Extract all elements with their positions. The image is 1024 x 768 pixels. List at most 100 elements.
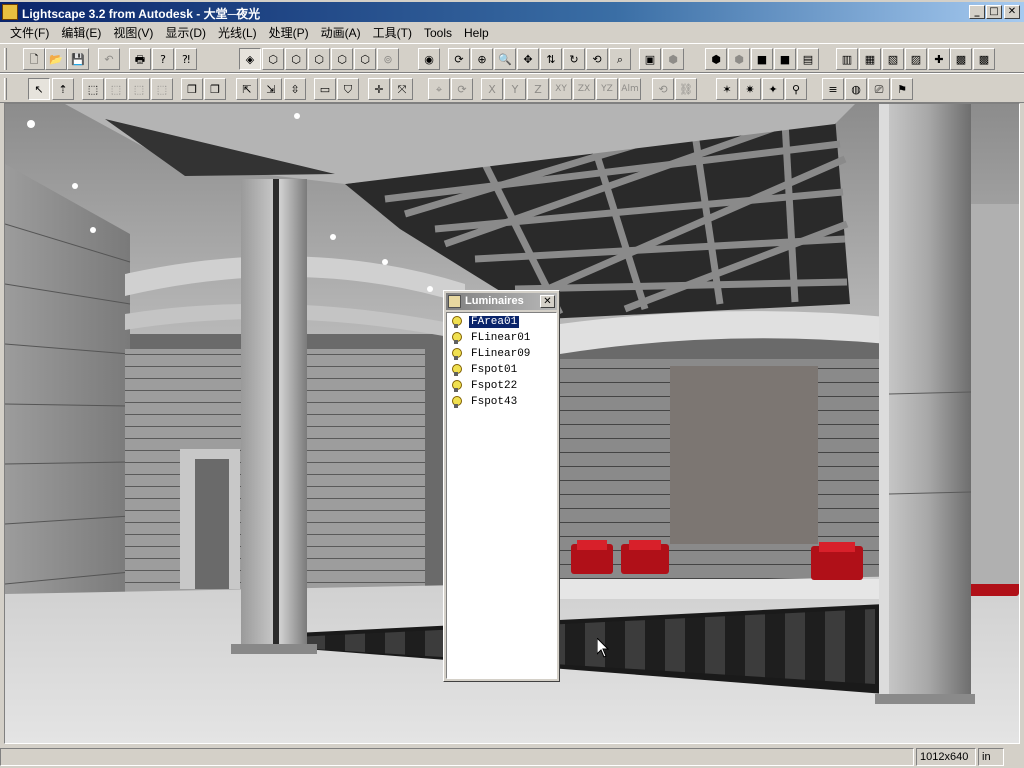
- scale-button[interactable]: ⤧: [391, 78, 413, 100]
- view-side-button[interactable]: ⬡: [308, 48, 330, 70]
- select-add-button[interactable]: ⬚: [128, 78, 150, 100]
- orbit-button[interactable]: ⟳: [448, 48, 470, 70]
- luminaire-list-item[interactable]: Fspot43: [447, 394, 556, 410]
- texture-button[interactable]: ▧: [882, 48, 904, 70]
- menu-item-9[interactable]: Tools: [418, 26, 458, 40]
- pan-button[interactable]: ✥: [517, 48, 539, 70]
- maximize-button[interactable]: □: [986, 5, 1002, 19]
- outline-shade-button[interactable]: ⬢: [728, 48, 750, 70]
- menu-item-6[interactable]: 处理(P): [263, 24, 315, 41]
- zoom-window-button[interactable]: ⌕: [609, 48, 631, 70]
- misc2-button[interactable]: ▩: [973, 48, 995, 70]
- copy-object-button[interactable]: ❐: [181, 78, 203, 100]
- context-help-button[interactable]: ⁈: [175, 48, 197, 70]
- title-bar[interactable]: Lightscape 3.2 from Autodesk - 大堂─夜光 _ □…: [0, 2, 1024, 22]
- save-button[interactable]: 💾: [67, 48, 89, 70]
- select-arrow-button[interactable]: ↖: [28, 78, 50, 100]
- view-back-button[interactable]: ⬡: [354, 48, 376, 70]
- menu-item-2[interactable]: 编辑(E): [55, 24, 107, 41]
- object-transform-button[interactable]: ⇲: [260, 78, 282, 100]
- luminaire-list-item[interactable]: FArea01: [447, 314, 556, 330]
- green-box-button[interactable]: ■: [774, 48, 796, 70]
- axis-z-button[interactable]: Z: [527, 78, 549, 100]
- plane-xy-button[interactable]: XY: [550, 78, 572, 100]
- app-icon[interactable]: [2, 4, 18, 20]
- undo-button[interactable]: ↶: [98, 48, 120, 70]
- align-button[interactable]: Alm: [619, 78, 641, 100]
- luminaire-list-item[interactable]: FLinear01: [447, 330, 556, 346]
- plane-yz-button[interactable]: YZ: [596, 78, 618, 100]
- move-button[interactable]: ✛: [368, 78, 390, 100]
- close-button[interactable]: ✕: [1004, 5, 1020, 19]
- globe-button[interactable]: ◍: [845, 78, 867, 100]
- luminaire-tool-button[interactable]: ⚑: [891, 78, 913, 100]
- select-crossing-button[interactable]: ⬚: [105, 78, 127, 100]
- light-walk-button[interactable]: ✶: [716, 78, 738, 100]
- luminaires-panel-titlebar[interactable]: Luminaires ✕: [446, 293, 557, 310]
- object-align-button[interactable]: ⇳: [284, 78, 306, 100]
- open-button[interactable]: 📂: [45, 48, 67, 70]
- walk-eye-button[interactable]: ◉: [418, 48, 440, 70]
- luminaire-list-item[interactable]: Fspot22: [447, 378, 556, 394]
- select-query-button[interactable]: ⇡: [52, 78, 74, 100]
- plane-yz-icon: YZ: [601, 83, 613, 94]
- camera-button[interactable]: ⎚: [868, 78, 890, 100]
- green-cube-button[interactable]: ■: [751, 48, 773, 70]
- reset-button[interactable]: ⟲: [652, 78, 674, 100]
- dolly-button[interactable]: ⊕: [471, 48, 493, 70]
- light-aim-button[interactable]: ✷: [739, 78, 761, 100]
- pin-button[interactable]: ⚲: [785, 78, 807, 100]
- menu-item-8[interactable]: 工具(T): [367, 24, 418, 41]
- misc-button[interactable]: ▩: [950, 48, 972, 70]
- luminaires-list[interactable]: FArea01 FLinear01 FLinear09 Fspot01 Fspot22 F…: [446, 312, 557, 679]
- surface-button[interactable]: ▭: [314, 78, 336, 100]
- view-top-button[interactable]: ⬡: [262, 48, 284, 70]
- view-perspective-button[interactable]: ◈: [239, 48, 261, 70]
- luminaire-list-item[interactable]: FLinear09: [447, 346, 556, 362]
- link-button[interactable]: ⛓: [675, 78, 697, 100]
- snap-button[interactable]: ⌖: [428, 78, 450, 100]
- refresh-icon: ⟲: [592, 52, 602, 66]
- render-button[interactable]: ▨: [905, 48, 927, 70]
- fit-button[interactable]: ▣: [639, 48, 661, 70]
- toolbar1-grip[interactable]: [4, 48, 7, 70]
- plane-zx-button[interactable]: ZX: [573, 78, 595, 100]
- logo-button[interactable]: ✚: [928, 48, 950, 70]
- solid-shade-button[interactable]: ⬢: [705, 48, 727, 70]
- menu-item-4[interactable]: 显示(D): [159, 24, 212, 41]
- luminaire-list-item[interactable]: Fspot01: [447, 362, 556, 378]
- view-iso-button[interactable]: ⬡: [331, 48, 353, 70]
- filter-button[interactable]: ⛉: [337, 78, 359, 100]
- toolbar2-grip[interactable]: [4, 78, 7, 100]
- menu-item-5[interactable]: 光线(L): [212, 24, 263, 41]
- menu-item-1[interactable]: 文件(F): [4, 24, 55, 41]
- view-front-button[interactable]: ⬡: [285, 48, 307, 70]
- wireframe-button[interactable]: ⬢: [662, 48, 684, 70]
- layers-button[interactable]: ≡: [822, 78, 844, 100]
- rotate-view-button[interactable]: ↻: [563, 48, 585, 70]
- new-button[interactable]: 🗋: [23, 48, 45, 70]
- menu-item-10[interactable]: Help: [458, 26, 495, 40]
- object-pick-button[interactable]: ⇱: [236, 78, 258, 100]
- menu-item-7[interactable]: 动画(A): [315, 24, 367, 41]
- tilt-button[interactable]: ⇅: [540, 48, 562, 70]
- refresh-button[interactable]: ⟲: [586, 48, 608, 70]
- zoom-extents-button[interactable]: ⊚: [377, 48, 399, 70]
- axis-x-button[interactable]: X: [481, 78, 503, 100]
- axis-y-button[interactable]: Y: [504, 78, 526, 100]
- layer-button[interactable]: ▤: [797, 48, 819, 70]
- luminaires-panel-close-button[interactable]: ✕: [540, 295, 555, 308]
- paste-object-button[interactable]: ❐: [204, 78, 226, 100]
- minimize-button[interactable]: _: [969, 5, 985, 19]
- zoom-button[interactable]: 🔍: [494, 48, 516, 70]
- select-remove-button[interactable]: ⬚: [151, 78, 173, 100]
- help-button[interactable]: ?: [152, 48, 174, 70]
- material-button[interactable]: ▦: [859, 48, 881, 70]
- select-window-button[interactable]: ⬚: [82, 78, 104, 100]
- print-button[interactable]: 🖶: [129, 48, 151, 70]
- menu-item-3[interactable]: 视图(V): [107, 24, 159, 41]
- rotate-button[interactable]: ⟳: [451, 78, 473, 100]
- luminaires-panel[interactable]: Luminaires ✕ FArea01 FLinear01 FLinear09 Fs…: [443, 290, 560, 682]
- block-button[interactable]: ▥: [836, 48, 858, 70]
- figure-button[interactable]: ✦: [762, 78, 784, 100]
